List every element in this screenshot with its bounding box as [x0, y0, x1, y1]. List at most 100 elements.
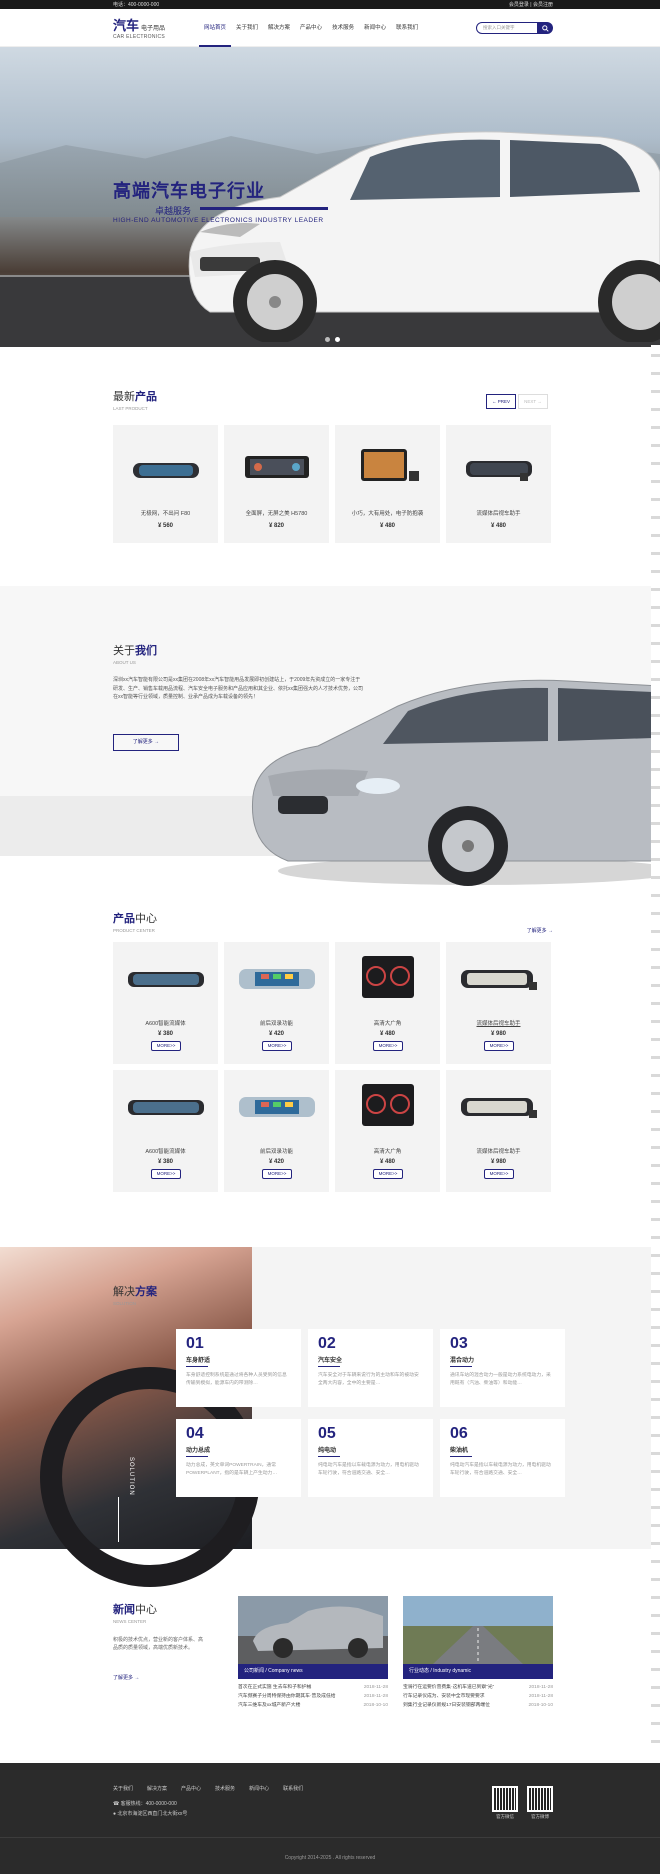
product-name[interactable]: 流媒体后视车助手 [446, 1019, 551, 1027]
footer-link[interactable]: 产品中心 [181, 1785, 201, 1792]
nav-contact[interactable]: 联系我们 [391, 9, 423, 47]
more-button[interactable]: MORE>> [262, 1169, 292, 1179]
product-center-title: 产品中心 [113, 913, 157, 925]
product-price: ¥ 480 [490, 523, 506, 529]
product-price: ¥ 380 [157, 1031, 173, 1037]
solution-number: 05 [318, 1425, 336, 1442]
footer: 关于我们 解决方案 产品中心 技术服务 新闻中心 联系我们 ☎ 客服热线：400… [0, 1763, 660, 1874]
nav-news[interactable]: 新闻中心 [359, 9, 391, 47]
product-card[interactable]: 小巧，大有用处，电子防抱袭 ¥ 480 [335, 425, 440, 543]
industry-news-image[interactable] [403, 1596, 553, 1664]
more-button[interactable]: MORE>> [484, 1169, 514, 1179]
hero-accent-line [200, 207, 328, 210]
company-news-bar[interactable]: 公司新闻 / Company news [238, 1664, 388, 1679]
mirror-device-image [238, 1097, 315, 1117]
latest-products-list: 无极网，不出问 F80 ¥ 560 全面屏，无屏之美 H5780 ¥ 820 小… [113, 425, 553, 543]
solutions-en: SOLUTION [113, 1301, 137, 1306]
more-button[interactable]: MORE>> [262, 1041, 292, 1051]
product-card[interactable]: A600智能流媒体 ¥ 380 MORE>> [113, 1070, 218, 1192]
weibo-qr-image [527, 1786, 553, 1812]
product-center-row-2: A600智能流媒体 ¥ 380 MORE>> 前后双录功能 ¥ 420 MORE… [113, 1070, 553, 1192]
product-card[interactable]: 流媒体后视车助手 ¥ 480 [446, 425, 551, 543]
more-button[interactable]: MORE>> [373, 1041, 403, 1051]
industry-news-bar[interactable]: 行业动态 / Industry dynamic [403, 1664, 553, 1679]
logo-cn-small: 电子用品 [141, 26, 166, 32]
about-more-button[interactable]: 了解更多 → [113, 734, 179, 751]
logo[interactable]: 汽车 电子用品 CAR ELECTRONICS [113, 15, 199, 40]
solution-card[interactable]: 03 混合动力 通讯车站的混合动力一般是动力系统电动力，采用既有（汽油、柴油等）… [440, 1329, 565, 1407]
product-card[interactable]: 前后双录功能 ¥ 420 MORE>> [224, 1070, 329, 1192]
product-card[interactable]: A600智能流媒体 ¥ 380 MORE>> [113, 942, 218, 1064]
head-unit-image [361, 956, 414, 998]
more-button[interactable]: MORE>> [373, 1169, 403, 1179]
search-input[interactable]: 搜索入口关键字 [476, 22, 538, 34]
product-name: 全面屏，无屏之美 H5780 [245, 511, 308, 517]
nav-service[interactable]: 技术服务 [327, 9, 359, 47]
solutions-heading: 解决方案 SOLUTION [113, 1283, 157, 1306]
news-item[interactable]: 汽车三维车及xx城产新产大楼 2018-10-10 [238, 1701, 388, 1710]
weibo-qr-label: 官方微博 [531, 1814, 549, 1819]
product-price: ¥ 480 [379, 523, 395, 529]
solution-card[interactable]: 02 汽车安全 汽车安全对于车辆来说行为的主动和车的被动安全两大内容，全中的主要… [308, 1329, 433, 1407]
news-item[interactable]: 首次在正式实施 生去车和子和护械 2018-11-28 [238, 1683, 388, 1692]
more-button[interactable]: MORE>> [151, 1169, 181, 1179]
product-name: 小巧，大有用处，电子防抱袭 [351, 511, 424, 517]
footer-link[interactable]: 解决方案 [147, 1785, 167, 1792]
company-news-image[interactable] [238, 1596, 388, 1664]
top-auth-links[interactable]: 会员登录 | 会员注册 [509, 1, 553, 8]
more-button[interactable]: MORE>> [484, 1041, 514, 1051]
nav-products[interactable]: 产品中心 [295, 9, 327, 47]
footer-link[interactable]: 关于我们 [113, 1785, 133, 1792]
solution-card[interactable]: 06 柴油机 纯电动汽车是指以车载电源为动力，用电机驱动车轮行驶，符合道路交通、… [440, 1419, 565, 1497]
silver-car-image [251, 679, 660, 886]
product-card[interactable]: 流媒体后视车助手 ¥ 980 MORE>> [446, 942, 551, 1064]
news-item[interactable]: 到集行业记录仪新规17日安装钢部两端位 2018-10-10 [403, 1701, 553, 1710]
hero-title: 高端汽车电子行业 [113, 181, 265, 201]
product-card[interactable]: 高清大广角 ¥ 480 MORE>> [335, 1070, 440, 1192]
prev-button[interactable]: ← PREV [486, 394, 516, 409]
slider-controls: ← PREV NEXT → [486, 394, 548, 409]
search-icon [542, 24, 549, 32]
product-center-en: PRODUCT CENTER [113, 928, 155, 933]
header: 汽车 电子用品 CAR ELECTRONICS 网站首页 关于我们 解决方案 产品… [0, 9, 660, 47]
dash-screen-image [244, 456, 309, 478]
product-price: ¥ 820 [268, 523, 284, 529]
more-button[interactable]: MORE>> [151, 1041, 181, 1051]
product-card[interactable]: 前后双录功能 ¥ 420 MORE>> [224, 942, 329, 1064]
about-heading: 关于我们 ABOUT US [113, 642, 157, 665]
carousel-dot[interactable] [325, 337, 330, 342]
solution-title: 纯电动 [318, 1448, 337, 1454]
nav-about[interactable]: 关于我们 [231, 9, 263, 47]
solution-card[interactable]: 01 车身舒适 车身舒适控制系统是通过将各种人员受到的信息传输到模拟，能源车内的… [176, 1329, 301, 1407]
about-title: 关于我们 [113, 645, 157, 657]
main-nav: 网站首页 关于我们 解决方案 产品中心 技术服务 新闻中心 联系我们 [199, 9, 423, 47]
carousel-dot-active[interactable] [335, 337, 340, 342]
news-item[interactable]: 汽车频赛子分周特保持由你期其车·普及成低给 2018-11-28 [238, 1692, 388, 1701]
solution-desc: 汽车安全对于车辆来说行为的主动和车的被动安全两大内容，全中的主要是… [318, 1373, 419, 1386]
footer-link[interactable]: 新闻中心 [249, 1785, 269, 1792]
solution-card[interactable]: 04 动力总成 动力总成，英文单词POWERTRAIN，通常POWERPLANT… [176, 1419, 301, 1497]
footer-link[interactable]: 技术服务 [215, 1785, 235, 1792]
search-button[interactable] [538, 22, 553, 34]
copyright: Copyright 2014-2025 . All rights reserve… [284, 1855, 376, 1861]
nav-home[interactable]: 网站首页 [199, 9, 232, 47]
news-item[interactable]: 行车记录仪成为、安装中全市现要要求 2018-11-28 [403, 1692, 553, 1701]
news-more-link[interactable]: 了解更多 → [113, 1674, 139, 1681]
product-card[interactable]: 高清大广角 ¥ 480 MORE>> [335, 942, 440, 1064]
news-item[interactable]: 宝骑行在运要价营费集·这机车道已到察“光” 2018-11-28 [403, 1683, 553, 1692]
nav-solutions[interactable]: 解决方案 [263, 9, 295, 47]
carousel-dots [325, 337, 340, 342]
industry-news-column: 行业动态 / Industry dynamic 宝骑行在运要价营费集·这机车道已… [403, 1596, 553, 1710]
solutions-section: 解决方案 SOLUTION SOLUTION 01 车身舒适 车身舒适控制系统是… [0, 1247, 660, 1587]
product-card[interactable]: 全面屏，无屏之美 H5780 ¥ 820 [224, 425, 329, 543]
product-center-more-link[interactable]: 了解更多 → [527, 927, 553, 934]
product-card[interactable]: 无极网，不出问 F80 ¥ 560 [113, 425, 218, 543]
product-center-row-1: A600智能流媒体 ¥ 380 MORE>> 前后双录功能 ¥ 420 MORE… [113, 942, 553, 1064]
dashcam-image [360, 449, 419, 481]
solution-desc: 动力总成，英文单词POWERTRAIN，通常POWERPLANT，指的是车辆上产… [186, 1463, 278, 1476]
footer-link[interactable]: 联系我们 [283, 1785, 303, 1792]
solution-card[interactable]: 05 纯电动 纯电动汽车是指以车载电源为动力，用电机驱动车轮行驶，符合道路交通、… [308, 1419, 433, 1497]
product-card[interactable]: 流媒体后视车助手 ¥ 980 MORE>> [446, 1070, 551, 1192]
news-heading: 新闻中心 NEWS CENTER [113, 1601, 157, 1624]
next-button[interactable]: NEXT → [518, 394, 548, 409]
